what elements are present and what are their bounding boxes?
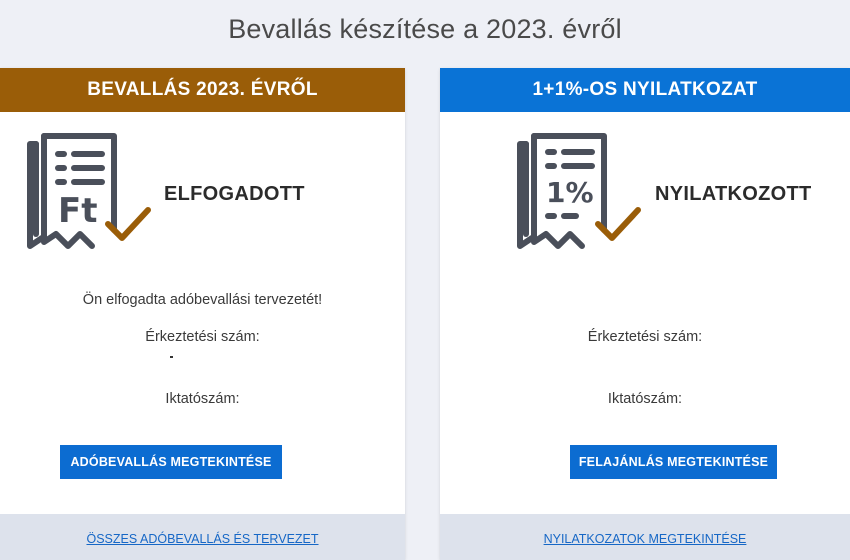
view-tax-return-button[interactable]: ADÓBEVALLÁS MEGTEKINTÉSE xyxy=(60,445,282,479)
page-title: Bevallás készítése a 2023. évről xyxy=(228,14,622,44)
declaration-card-footer: NYILATKOZATOK MEGTEKINTÉSE xyxy=(440,514,850,560)
percent-glyph: 1% xyxy=(546,176,594,209)
tax-return-status: ELFOGADOTT xyxy=(164,183,305,205)
arrival-number-label: Érkeztetési szám: xyxy=(587,329,703,345)
accepted-message: Ön elfogadta adóbevallási tervezetét! xyxy=(82,292,323,308)
arrival-number-label: Érkeztetési szám: xyxy=(145,329,260,345)
declaration-status: NYILATKOZOTT xyxy=(655,183,812,205)
arrival-number-value xyxy=(170,356,173,358)
view-declarations-link[interactable]: NYILATKOZATOK MEGTEKINTÉSE xyxy=(440,532,850,546)
document-ft-icon: Ft xyxy=(22,130,162,260)
tax-return-card-header: BEVALLÁS 2023. ÉVRŐL xyxy=(0,68,405,112)
document-percent-icon: 1% xyxy=(512,130,652,260)
tax-return-card: BEVALLÁS 2023. ÉVRŐL Ft ELFOGADOTT Ön el… xyxy=(0,68,405,560)
filing-number-label: Iktatószám: xyxy=(165,391,240,407)
all-tax-returns-link[interactable]: ÖSSZES ADÓBEVALLÁS ÉS TERVEZET xyxy=(0,532,405,546)
filing-number-label: Iktatószám: xyxy=(607,391,683,407)
declaration-card: 1+1%-OS NYILATKOZAT 1% NYILATKOZOTT Érke… xyxy=(440,68,850,560)
ft-glyph: Ft xyxy=(58,191,97,231)
declaration-card-header: 1+1%-OS NYILATKOZAT xyxy=(440,68,850,112)
view-offer-button[interactable]: FELAJÁNLÁS MEGTEKINTÉSE xyxy=(570,445,777,479)
tax-return-card-footer: ÖSSZES ADÓBEVALLÁS ÉS TERVEZET xyxy=(0,514,405,560)
